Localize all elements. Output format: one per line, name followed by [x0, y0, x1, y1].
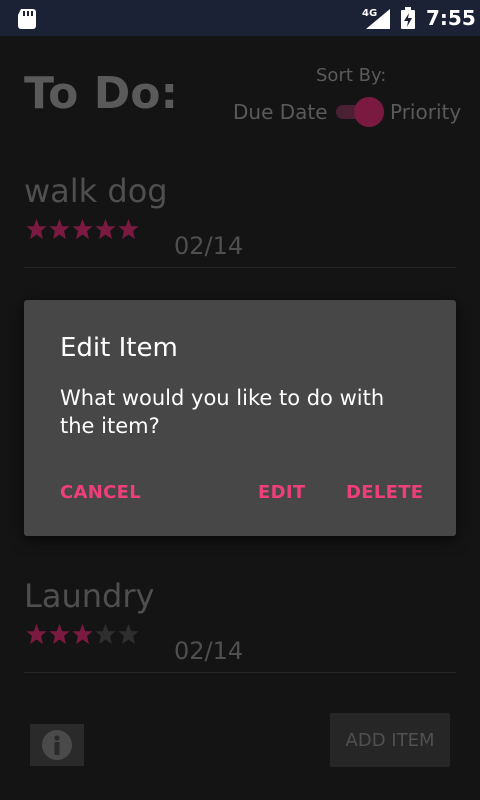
star-filled-icon [49, 218, 70, 240]
star-filled-icon [26, 623, 47, 645]
todo-item-name: Laundry [24, 577, 155, 615]
todo-list-item[interactable]: walk dog 02/14 [24, 172, 456, 268]
sort-by-label: Sort By: [316, 65, 387, 86]
star-empty-icon [118, 623, 139, 645]
info-icon [42, 730, 72, 760]
toggle-thumb [354, 97, 384, 127]
star-filled-icon [118, 218, 139, 240]
star-filled-icon [72, 218, 93, 240]
star-filled-icon [95, 218, 116, 240]
cancel-button[interactable]: CANCEL [60, 482, 141, 503]
todo-list-item[interactable]: Laundry 02/14 [24, 577, 456, 673]
sort-toggle-switch[interactable] [334, 96, 386, 127]
priority-rating [25, 218, 140, 240]
todo-item-date: 02/14 [174, 232, 244, 260]
todo-item-name: walk dog [24, 172, 168, 210]
page-title: To Do: [24, 68, 179, 119]
delete-button[interactable]: DELETE [346, 482, 423, 503]
add-item-button[interactable]: ADD ITEM [330, 713, 450, 767]
sort-due-date-label: Due Date [233, 100, 328, 124]
star-empty-icon [95, 623, 116, 645]
sd-card-icon [18, 9, 36, 29]
star-filled-icon [26, 218, 47, 240]
star-filled-icon [49, 623, 70, 645]
info-button[interactable] [30, 724, 84, 766]
status-bar: 4G 7:55 [0, 0, 480, 36]
priority-rating [25, 623, 140, 645]
sort-priority-label: Priority [390, 100, 462, 124]
edit-item-dialog: Edit Item What would you like to do with… [24, 300, 456, 536]
signal-icon [366, 9, 390, 29]
dialog-message: What would you like to do with the item? [60, 386, 385, 438]
todo-item-date: 02/14 [174, 637, 244, 665]
edit-button[interactable]: EDIT [258, 482, 305, 503]
star-filled-icon [72, 623, 93, 645]
dialog-title: Edit Item [60, 333, 178, 363]
battery-charging-icon [401, 7, 415, 29]
status-clock: 7:55 [426, 6, 476, 30]
